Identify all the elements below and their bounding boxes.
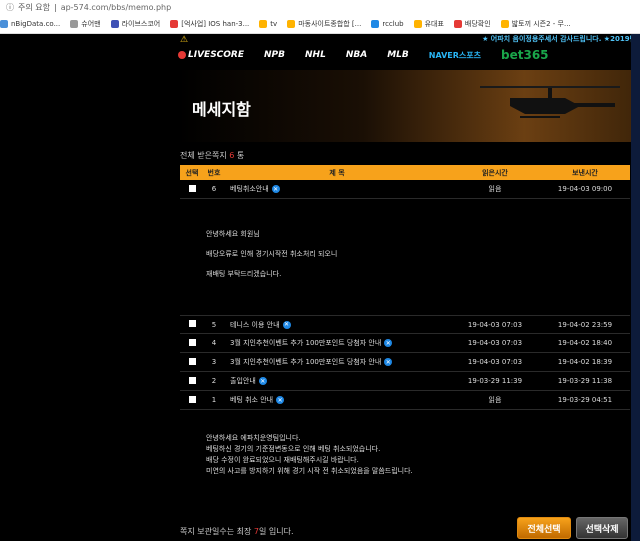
page-content: ⚠ ★ 어파치 음이정용주세서 감사드립니다. ★2019년 LIVESCORE… [0,34,640,541]
bookmark-icon [287,19,296,28]
security-label: 주의 요함 [18,2,50,12]
news-ticker: ★ 어파치 음이정용주세서 감사드립니다. ★2019년 [482,35,636,43]
row-num: 2 [211,377,217,385]
row-title[interactable]: 베팅 취소 안내 [230,395,273,405]
row-num: 3 [211,358,217,366]
message-body: 안녕하세요 에파치운영팀입니다. 베팅하신 경기의 기준점변동으로 인해 베팅 … [206,434,413,475]
bookmark-item[interactable]: 라이브스코어 [110,19,160,29]
bookmark-item[interactable]: [억사업] IOS han-3... [170,19,249,29]
mlb-link[interactable]: MLB [387,50,409,60]
row-read: 읽음 [488,185,502,193]
table-row[interactable]: 4 3월 지인추천이벤트 추가 100만포인트 당첨자 안내 ✕ 19-04-03… [180,334,630,353]
nba-link[interactable]: NBA [346,50,367,60]
row-checkbox[interactable] [188,338,196,346]
table-row[interactable]: 2 출입안내 ✕ 19-03-29 11:39 19-03-29 11:38 [180,372,630,391]
row-title[interactable]: 베팅취소안내 [230,184,269,194]
row-checkbox[interactable] [188,376,196,384]
table-row[interactable]: 6 베팅취소안내 ✕ 읽음 19-04-03 09:00 [180,180,630,199]
info-icon[interactable]: ⓘ [6,2,14,13]
bet365-link[interactable]: bet365 [501,48,549,62]
naver-sports-link[interactable]: NAVER스포츠 [429,50,481,61]
table-row[interactable]: 1 베팅 취소 안내 ✕ 읽음 19-03-29 04:51 [180,391,630,410]
bookmark-item[interactable]: 유대표 [413,19,444,29]
row-num: 4 [211,339,217,347]
row-checkbox[interactable] [188,320,196,327]
table-row[interactable]: 3 3월 지인추천이벤트 추가 100만포인트 당첨자 안내 ✕ 19-04-03… [180,353,630,372]
col-select: 선택 [185,168,199,177]
helicopter-icon [480,86,620,118]
page-banner: 메세지함 [178,70,640,142]
npb-link[interactable]: NPB [264,50,285,60]
warning-icon: ⚠ [180,35,189,45]
livescore-link[interactable]: LIVESCORE [178,50,244,60]
row-read: 19-04-03 07:03 [467,358,523,366]
col-title: 제 목 [329,168,345,177]
bookmark-icon [500,19,509,28]
bookmark-icon [170,19,179,28]
table-row[interactable]: 5 테니스 이용 안내 ✕ 19-04-03 07:03 19-04-02 23:… [180,315,630,334]
divider: | [53,2,57,12]
row-num: 1 [211,396,217,404]
row-title[interactable]: 3월 지인추천이벤트 추가 100만포인트 당첨자 안내 [230,357,381,367]
row-checkbox[interactable] [188,184,196,192]
retention-note: 쪽지 보관일수는 최장 7일 입니다. [180,527,294,536]
bookmark-item[interactable]: 밟토끼 시즌2 - 무... [500,19,571,29]
message-count: 전체 받은쪽지 6 통 [180,151,245,160]
bookmark-icon [0,19,8,28]
bookmark-icon [259,19,268,28]
row-title[interactable]: 출입안내 [230,376,256,386]
message-body: 안녕하세요 회원님 배당오류로 인해 경기시작전 취소처리 되오니 재배팅 부탁… [206,230,338,278]
address-bar[interactable]: ⓘ 주의 요함 | ap-574.com/bbs/memo.php [0,0,640,14]
row-title[interactable]: 3월 지인추천이벤트 추가 100만포인트 당첨자 안내 [230,338,381,348]
delete-icon[interactable]: ✕ [384,358,393,366]
delete-icon[interactable]: ✕ [258,377,267,385]
row-num: 6 [211,185,217,193]
row-checkbox[interactable] [188,357,196,365]
url-text[interactable]: ap-574.com/bbs/memo.php [61,3,172,12]
bookmark-item[interactable]: 슈어맨 [70,19,101,29]
bookmark-icon [110,19,119,28]
row-sent: 19-04-03 09:00 [557,185,613,193]
row-sent: 19-04-02 23:59 [557,320,613,329]
bookmarks-bar: nBigData.co... 슈어맨 라이브스코어 [억사업] IOS han-… [0,14,640,34]
select-all-button[interactable]: 전체선택 [517,517,571,539]
row-num: 5 [211,320,217,329]
row-sent: 19-04-02 18:39 [557,358,613,366]
delete-icon[interactable]: ✕ [276,396,285,404]
right-sidebar-strip [631,34,640,541]
row-sent: 19-03-29 04:51 [557,396,613,404]
table-header: 선택 번호 제 목 읽은시간 보낸시간 [180,165,630,180]
bookmark-item[interactable]: tv [259,19,277,28]
page-title: 메세지함 [192,100,251,119]
row-read: 19-04-03 07:03 [467,320,523,329]
delete-icon[interactable]: ✕ [384,339,393,347]
bookmark-icon [453,19,462,28]
bookmark-icon [413,19,422,28]
row-read: 읽음 [488,396,502,404]
message-table: 선택 번호 제 목 읽은시간 보낸시간 6 베팅취소안내 ✕ 읽음 19-04-0… [180,165,630,477]
delete-icon[interactable]: ✕ [282,320,291,329]
delete-icon[interactable]: ✕ [271,185,280,193]
row-read: 19-03-29 11:39 [467,377,523,385]
row-sent: 19-04-02 18:40 [557,339,613,347]
sports-nav: LIVESCORE NPB NHL NBA MLB NAVER스포츠 bet36… [178,46,640,64]
livescore-icon [178,50,186,59]
row-sent: 19-03-29 11:38 [557,377,613,385]
nhl-link[interactable]: NHL [305,50,326,60]
bookmark-item[interactable]: 배당확인 [453,19,491,29]
delete-selected-button[interactable]: 선택삭제 [576,517,628,539]
bookmark-item[interactable]: nBigData.co... [0,19,60,28]
col-sent: 보낸시간 [572,168,598,177]
row-checkbox[interactable] [188,395,196,403]
bookmark-icon [70,19,79,28]
col-num: 번호 [207,168,221,177]
row-title[interactable]: 테니스 이용 안내 [230,320,280,330]
row-read: 19-04-03 07:03 [467,339,523,347]
bookmark-item[interactable]: rcclub [371,19,404,28]
col-read: 읽은시간 [482,168,508,177]
bookmark-item[interactable]: 마동사이트종합합 [... [287,19,361,29]
bookmark-icon [371,19,380,28]
